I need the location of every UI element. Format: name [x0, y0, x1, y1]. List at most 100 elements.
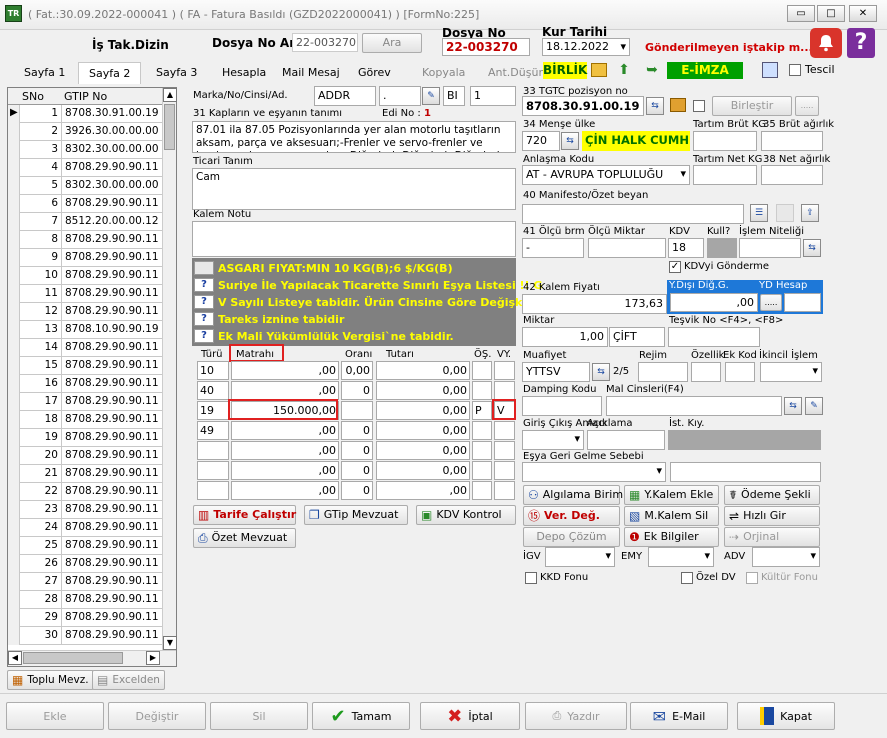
question-icon[interactable]: ?	[194, 329, 214, 343]
tax-oran-cell[interactable]: 0,00	[341, 361, 373, 380]
damping-input[interactable]	[522, 396, 602, 416]
toplu-mevzuat-button[interactable]: ▦ Toplu Mevz.	[7, 670, 94, 690]
tax-vy-cell[interactable]	[494, 361, 515, 380]
tax-vy-cell[interactable]	[494, 481, 515, 500]
igv-select[interactable]	[545, 547, 615, 567]
scroll-right-icon[interactable]: ▶	[146, 651, 160, 665]
kdv-input[interactable]: 18	[668, 238, 704, 258]
tax-oran-cell[interactable]: 0	[341, 441, 373, 460]
birlik-label[interactable]: BİRLİK	[543, 62, 587, 79]
marka-input-3[interactable]: BI	[443, 86, 465, 106]
folder-icon[interactable]	[591, 63, 607, 77]
manifesto-blank-button[interactable]	[776, 204, 794, 222]
tax-oran-cell[interactable]	[341, 401, 373, 420]
tax-tutar-cell[interactable]: 0,00	[376, 361, 470, 380]
tax-tutar-cell[interactable]: 0,00	[376, 461, 470, 480]
ek-bilgiler-button[interactable]: ❶ Ek Bilgiler	[624, 527, 719, 547]
table-row[interactable]: 20 8708.29.90.90.11	[8, 447, 163, 465]
tax-turu-cell[interactable]: 40	[197, 381, 229, 400]
gtip-grid[interactable]: SNo GTIP No ▶ 1 8708.30.91.00.19 2 3926.30.0…	[7, 87, 177, 667]
table-row[interactable]: 4 8708.29.90.90.11	[8, 159, 163, 177]
table-row[interactable]: 10 8708.29.90.90.11	[8, 267, 163, 285]
table-row[interactable]: 14 8708.29.90.90.11	[8, 339, 163, 357]
kdv-gonderme-checkbox[interactable]: ✓	[669, 261, 681, 273]
grid-horizontal-scrollbar[interactable]: ◀ ▶	[8, 650, 176, 666]
excelden-button[interactable]: ▤ Excelden	[92, 670, 165, 690]
table-row[interactable]: 19 8708.29.90.90.11	[8, 429, 163, 447]
kdv-kontrol-button[interactable]: ▣ KDV Kontrol	[416, 505, 516, 525]
ekle-button[interactable]: Ekle	[6, 702, 104, 730]
table-row[interactable]: 5 8302.30.00.00.00	[8, 177, 163, 195]
question-icon[interactable]: ?	[194, 312, 214, 326]
is-takip-dizin[interactable]: İş Tak.Dizin	[92, 38, 169, 52]
tax-os-cell[interactable]	[472, 421, 492, 440]
esya-geri-aciklama[interactable]	[670, 462, 821, 482]
muafiyet-search-icon[interactable]: ⇆	[592, 363, 610, 381]
tamam-button[interactable]: ✔ Tamam	[312, 702, 410, 730]
ikincil-islem-select[interactable]	[760, 362, 822, 382]
tax-matrah-cell[interactable]: ,00	[231, 381, 339, 400]
ozel-dv-checkbox[interactable]	[681, 572, 693, 584]
tab-gorev[interactable]: Görev	[358, 62, 391, 84]
brut-agirlik-input[interactable]	[761, 131, 823, 151]
aciklama-input[interactable]	[587, 430, 665, 450]
kultur-fonu-checkbox[interactable]	[746, 572, 758, 584]
scroll-down-icon[interactable]: ▼	[163, 636, 177, 650]
anlasma-select[interactable]: AT - AVRUPA TOPLULUĞU	[522, 165, 690, 185]
marka-input-2[interactable]: .	[379, 86, 421, 106]
ydisi-input[interactable]: ,00	[670, 293, 758, 312]
table-row[interactable]: 15 8708.29.90.90.11	[8, 357, 163, 375]
tgtc-search-icon[interactable]: ⇆	[646, 97, 664, 115]
tesvik-input[interactable]	[668, 327, 760, 347]
tartim-brut-input[interactable]	[693, 131, 757, 151]
table-row[interactable]: 26 8708.29.90.90.11	[8, 555, 163, 573]
tax-tutar-cell[interactable]: ,00	[376, 481, 470, 500]
table-row[interactable]: 23 8708.29.90.90.11	[8, 501, 163, 519]
adv-select[interactable]	[752, 547, 820, 567]
table-row[interactable]: 28 8708.29.90.90.11	[8, 591, 163, 609]
mevcut-kalem-sil-button[interactable]: ▧ M.Kalem Sil	[624, 506, 719, 526]
kalem-fiyati-input[interactable]: 173,63	[522, 294, 667, 314]
table-row[interactable]: 13 8708.10.90.90.19	[8, 321, 163, 339]
tax-tutar-cell[interactable]: 0,00	[376, 381, 470, 400]
tax-matrah-cell[interactable]: ,00	[231, 481, 339, 500]
table-row[interactable]: ▶ 1 8708.30.91.00.19	[8, 105, 163, 123]
question-icon[interactable]: ?	[194, 278, 214, 292]
ek-kod-input[interactable]	[725, 362, 755, 382]
sil-button[interactable]: Sil	[210, 702, 308, 730]
ver-deg-button[interactable]: ⑮ Ver. Değ.	[523, 506, 620, 526]
tax-os-cell[interactable]	[472, 461, 492, 480]
table-row[interactable]: 6 8708.29.90.90.11	[8, 195, 163, 213]
manifesto-export-icon[interactable]: ⇪	[801, 204, 819, 222]
grid-vertical-scrollbar[interactable]: ▲ ▼	[162, 88, 177, 650]
tax-os-cell[interactable]	[472, 381, 492, 400]
box-icon[interactable]	[670, 98, 686, 112]
tax-turu-cell[interactable]: 10	[197, 361, 229, 380]
print-preview-icon[interactable]	[762, 62, 778, 78]
birlestir-button[interactable]: Birleştir	[712, 96, 792, 116]
emy-select[interactable]	[648, 547, 714, 567]
table-row[interactable]: 27 8708.29.90.90.11	[8, 573, 163, 591]
table-row[interactable]: 7 8512.20.00.00.12	[8, 213, 163, 231]
tax-turu-cell[interactable]	[197, 481, 229, 500]
tartim-net-input[interactable]	[693, 165, 757, 185]
ydhesap-input[interactable]	[784, 293, 821, 312]
algilama-birim-button[interactable]: ⚇ Algılama Birim	[523, 485, 623, 505]
islem-niteligi-input[interactable]	[739, 238, 801, 258]
table-row[interactable]: 9 8708.29.90.90.11	[8, 249, 163, 267]
giris-cikis-select[interactable]	[522, 430, 584, 450]
muafiyet-input[interactable]: YTTSV	[522, 362, 590, 382]
scroll-left-icon[interactable]: ◀	[8, 651, 22, 665]
tescil-checkbox[interactable]	[789, 64, 801, 76]
tax-os-cell[interactable]: P	[472, 401, 492, 420]
more-button[interactable]: .....	[795, 96, 819, 116]
table-row[interactable]: 25 8708.29.90.90.11	[8, 537, 163, 555]
tax-os-cell[interactable]	[472, 361, 492, 380]
manifesto-input[interactable]	[522, 204, 744, 224]
tab-hesapla[interactable]: Hesapla	[222, 62, 266, 84]
tgtc-checkbox[interactable]	[693, 100, 705, 112]
email-button[interactable]: ✉ E-Mail	[630, 702, 728, 730]
dosya-no-input[interactable]: 22-003270	[442, 38, 530, 56]
yazdir-button[interactable]: ⎙ Yazdır	[525, 702, 627, 730]
odeme-sekli-button[interactable]: ☤ Ödeme Şekli	[724, 485, 820, 505]
